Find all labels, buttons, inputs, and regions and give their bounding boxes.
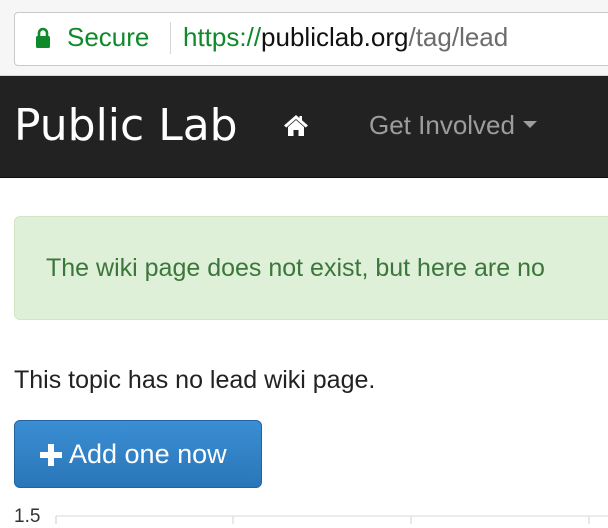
get-involved-label: Get Involved	[369, 110, 515, 140]
address-field[interactable]: Secure https://publiclab.org/tag/lead	[14, 12, 608, 66]
add-button-label: Add one now	[69, 439, 227, 469]
get-involved-dropdown[interactable]: Get Involved	[369, 110, 537, 141]
caret-down-icon	[522, 120, 537, 128]
site-brand[interactable]: Public Lab	[14, 100, 238, 151]
url-scheme: https://	[183, 22, 262, 52]
secure-label: Secure	[67, 22, 150, 52]
url-path: /tag/lead	[408, 22, 509, 52]
no-wiki-notice: This topic has no lead wiki page.	[14, 366, 376, 394]
info-alert: The wiki page does not exist, but here a…	[14, 216, 608, 320]
site-navbar: Public Lab Get Involved	[0, 76, 608, 178]
browser-url-bar: Secure https://publiclab.org/tag/lead	[0, 0, 608, 76]
url-separator	[170, 22, 171, 54]
url-host: publiclab.org	[261, 22, 409, 52]
alert-text: The wiki page does not exist, but here a…	[46, 254, 545, 282]
home-icon[interactable]	[283, 113, 309, 137]
plus-icon	[40, 444, 62, 466]
add-one-now-button[interactable]: Add one now	[14, 420, 262, 488]
lock-icon	[36, 27, 50, 48]
url-text[interactable]: https://publiclab.org/tag/lead	[183, 22, 508, 53]
chart-area	[55, 515, 608, 524]
